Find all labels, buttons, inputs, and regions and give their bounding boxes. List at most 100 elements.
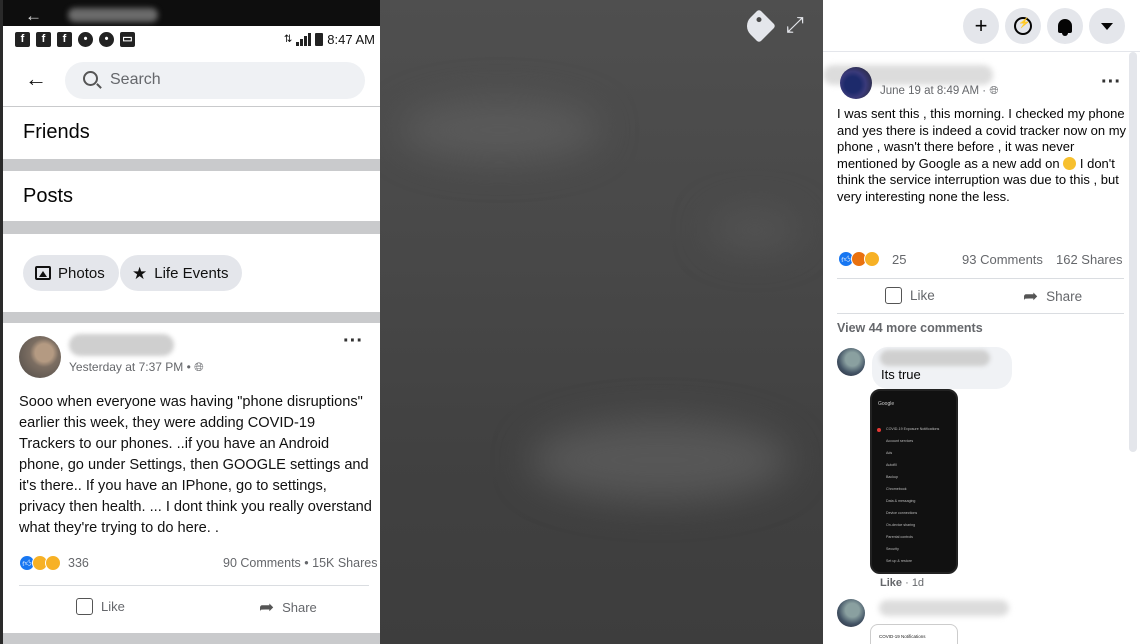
comment-bubble: Its true bbox=[872, 347, 1012, 389]
blurred-author-name bbox=[69, 334, 174, 356]
share-icon: ➦ bbox=[1023, 286, 1039, 306]
status-bar: f f f • • ▭ ⇅ 8:47 AM bbox=[3, 26, 380, 56]
messenger-icon bbox=[1014, 17, 1032, 35]
comments-count[interactable]: 93 Comments bbox=[962, 252, 1043, 267]
reactions[interactable]: 👍︎ 336 bbox=[19, 555, 89, 571]
phone-top-bar: ← bbox=[3, 0, 380, 26]
chip-label: Photos bbox=[58, 264, 105, 282]
share-label: Share bbox=[282, 599, 317, 615]
search-placeholder: Search bbox=[110, 71, 161, 88]
attachment-title: COVID-19 Notifications bbox=[879, 634, 926, 639]
bell-icon bbox=[1058, 19, 1072, 36]
blurred-title bbox=[68, 8, 158, 22]
share-label: Share bbox=[1046, 288, 1083, 304]
status-time: 8:47 AM bbox=[327, 32, 375, 47]
photos-icon bbox=[35, 266, 51, 280]
message-icon: ▭ bbox=[120, 32, 135, 47]
attachment-item: Ads bbox=[886, 451, 893, 455]
menu-item-friends[interactable]: Friends bbox=[3, 107, 380, 159]
attachment-item: Account services bbox=[886, 439, 914, 443]
more-options-icon[interactable]: ··· bbox=[343, 331, 363, 351]
signal-icon bbox=[296, 33, 312, 46]
attachment-item: Security bbox=[886, 547, 899, 551]
commenter-avatar[interactable] bbox=[837, 348, 865, 376]
attachment-item: Device connections bbox=[886, 511, 918, 515]
post-timestamp: June 19 at 8:49 AM · 🌐︎ bbox=[880, 85, 999, 97]
like-button[interactable]: Like bbox=[76, 598, 125, 615]
facebook-icon: f bbox=[15, 32, 30, 47]
share-icon: ➦ bbox=[259, 597, 275, 617]
post-text: Sooo when everyone was having "phone dis… bbox=[19, 394, 372, 536]
expand-icon[interactable]: ⤢ bbox=[786, 14, 804, 36]
divider bbox=[837, 313, 1124, 314]
comments-shares-count[interactable]: 90 Comments • 15K Shares bbox=[223, 556, 377, 570]
attachment-header: Google bbox=[878, 401, 895, 407]
blur-shape bbox=[400, 100, 600, 160]
haha-reaction-icon bbox=[864, 251, 880, 267]
attachment-item: Data & messaging bbox=[886, 499, 916, 503]
network-icon: ⇅ bbox=[283, 34, 293, 45]
attachment-item: Parental controls bbox=[886, 535, 913, 539]
divider bbox=[19, 585, 369, 586]
attachment-item: Autofill bbox=[886, 463, 897, 467]
attachment-item: Set up & restore bbox=[886, 559, 912, 563]
photos-chip[interactable]: Photos bbox=[23, 255, 119, 291]
view-more-comments-link[interactable]: View 44 more comments bbox=[837, 321, 983, 335]
share-button[interactable]: ➦ Share bbox=[1023, 287, 1082, 305]
blur-shape bbox=[710, 210, 800, 250]
haha-reaction-icon bbox=[45, 555, 61, 571]
comment-text: Its true bbox=[881, 367, 921, 382]
attachment-item: Chromebook bbox=[886, 487, 907, 491]
like-label: Like bbox=[910, 288, 935, 303]
like-label: Like bbox=[101, 599, 125, 614]
menu-item-posts[interactable]: Posts bbox=[3, 171, 380, 221]
attachment-item: Backup bbox=[886, 475, 898, 479]
star-icon: ★ bbox=[132, 263, 148, 283]
attachment-item: On-device sharing bbox=[886, 523, 916, 527]
menu-label: Posts bbox=[23, 185, 74, 207]
filter-chips: Photos ★ Life Events bbox=[3, 234, 380, 312]
account-menu-button[interactable] bbox=[1089, 8, 1125, 44]
chip-label: Life Events bbox=[154, 264, 229, 282]
post-details-panel: + June 19 at 8:49 AM · 🌐︎ ··· I was sent… bbox=[823, 0, 1140, 644]
back-arrow-icon: ← bbox=[25, 6, 42, 25]
notifications-button[interactable] bbox=[1047, 8, 1083, 44]
search-input[interactable]: Search bbox=[65, 62, 365, 99]
back-arrow-icon[interactable]: ← bbox=[25, 66, 47, 92]
post-timestamp: Yesterday at 7:37 PM • 🌐︎ bbox=[69, 360, 204, 374]
globe-icon: 🌐︎ bbox=[989, 85, 999, 97]
blurred-commenter-name bbox=[880, 350, 990, 366]
facebook-icon: f bbox=[36, 32, 51, 47]
share-button[interactable]: ➦ Share bbox=[259, 598, 317, 616]
more-options-icon[interactable]: ··· bbox=[1101, 72, 1121, 92]
reaction-count: 336 bbox=[68, 556, 89, 570]
red-dot-icon bbox=[877, 428, 881, 432]
thumbs-up-icon bbox=[885, 287, 902, 304]
blur-shape bbox=[530, 420, 790, 500]
globe-icon: 🌐︎ bbox=[194, 360, 204, 374]
post-text: I was sent this , this morning. I checke… bbox=[837, 106, 1127, 204]
attachment-item: COVID-19 Exposure Notifications bbox=[886, 427, 940, 431]
comment-like-link[interactable]: Like bbox=[880, 577, 902, 589]
blurred-commenter-name bbox=[879, 600, 1009, 616]
reactions[interactable]: 👍︎ 25 bbox=[838, 251, 906, 267]
commenter-avatar[interactable] bbox=[837, 599, 865, 627]
avatar[interactable] bbox=[840, 67, 872, 99]
messenger-button[interactable] bbox=[1005, 8, 1041, 44]
avatar[interactable] bbox=[19, 336, 61, 378]
comment-attachment-image[interactable]: COVID-19 Notifications bbox=[870, 624, 958, 644]
comment-attachment-image[interactable]: Google COVID-19 Exposure Notifications A… bbox=[870, 389, 958, 574]
caret-down-icon bbox=[1101, 22, 1113, 30]
reaction-count: 25 bbox=[892, 251, 907, 267]
app-notification-icon: • bbox=[78, 32, 93, 47]
shares-count[interactable]: 162 Shares bbox=[1056, 252, 1123, 267]
photo-viewer[interactable] bbox=[380, 0, 823, 644]
life-events-chip[interactable]: ★ Life Events bbox=[120, 255, 243, 291]
like-button[interactable]: Like bbox=[885, 287, 935, 304]
thinking-emoji-icon bbox=[1063, 156, 1077, 170]
menu-label: Friends bbox=[23, 121, 90, 143]
plus-icon: + bbox=[974, 13, 988, 38]
create-button[interactable]: + bbox=[963, 8, 999, 44]
divider bbox=[837, 278, 1124, 279]
battery-icon bbox=[315, 33, 324, 46]
